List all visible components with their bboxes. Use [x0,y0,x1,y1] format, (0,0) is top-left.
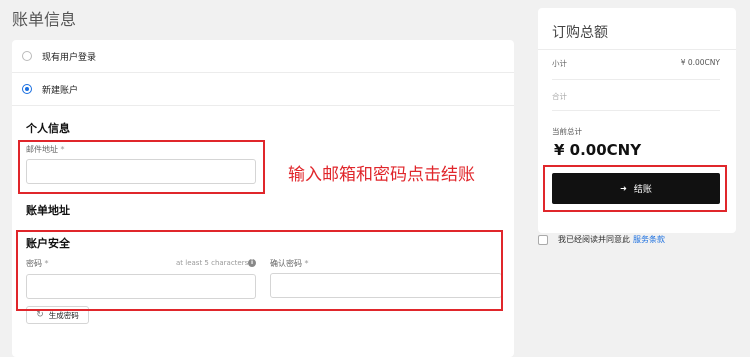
radio-label: 现有用户登录 [42,52,97,63]
terms-row: 我已经阅读并同意此 服务条款 [538,234,665,245]
order-summary-card: 订购总额 小计 ¥ 0.00CNY 合计 当前总计 ¥ 0.00CNY ➜ 结账 [538,8,736,233]
billing-card: 现有用户登录 新建账户 个人信息 邮件地址 * 账单地址 账户安全 密码 * a… [12,40,514,357]
billing-address-heading: 账单地址 [26,204,70,217]
refresh-icon: ↻ [36,310,44,320]
divider [538,49,736,50]
divider [12,105,514,106]
checkout-button[interactable]: ➜ 结账 [552,173,720,204]
subtotal-row: 小计 ¥ 0.00CNY [552,58,720,69]
terms-link[interactable]: 服务条款 [633,234,665,245]
current-total-value: ¥ 0.00CNY [554,141,642,159]
page-title: 账单信息 [12,10,77,29]
radio-existing-user[interactable]: 现有用户登录 [22,48,96,64]
password-label: 密码 * [26,259,49,268]
order-title: 订购总额 [552,25,608,41]
radio-button-checked[interactable] [22,84,32,94]
subtotal-label: 小计 [552,59,567,68]
current-total-label: 当前总计 [552,127,582,136]
email-label: 邮件地址 * [26,145,65,154]
total-row-label: 合计 [552,92,567,101]
total-row: 合计 [552,91,720,102]
confirm-password-field[interactable] [270,273,502,298]
arrow-right-icon: ➜ [620,184,627,193]
terms-text: 我已经阅读并同意此 [558,235,630,244]
info-icon: i [248,259,256,267]
terms-checkbox[interactable] [538,234,548,245]
checkout-label: 结账 [633,185,652,195]
radio-button[interactable] [22,51,32,61]
personal-info-heading: 个人信息 [26,122,70,135]
radio-new-account[interactable]: 新建账户 [22,81,78,97]
divider [552,79,720,80]
confirm-password-label: 确认密码 * [270,259,309,268]
divider [552,110,720,111]
email-field[interactable] [26,159,256,184]
generate-password-button[interactable]: ↻ 生成密码 [26,306,89,324]
annotation-text: 输入邮箱和密码点击结账 [288,165,475,185]
radio-label: 新建账户 [42,85,79,96]
generate-password-label: 生成密码 [48,310,79,320]
account-security-heading: 账户安全 [26,237,70,250]
divider [12,72,514,73]
subtotal-value: ¥ 0.00CNY [680,58,720,67]
password-hint: at least 5 characters [176,259,249,267]
password-field[interactable] [26,274,256,299]
